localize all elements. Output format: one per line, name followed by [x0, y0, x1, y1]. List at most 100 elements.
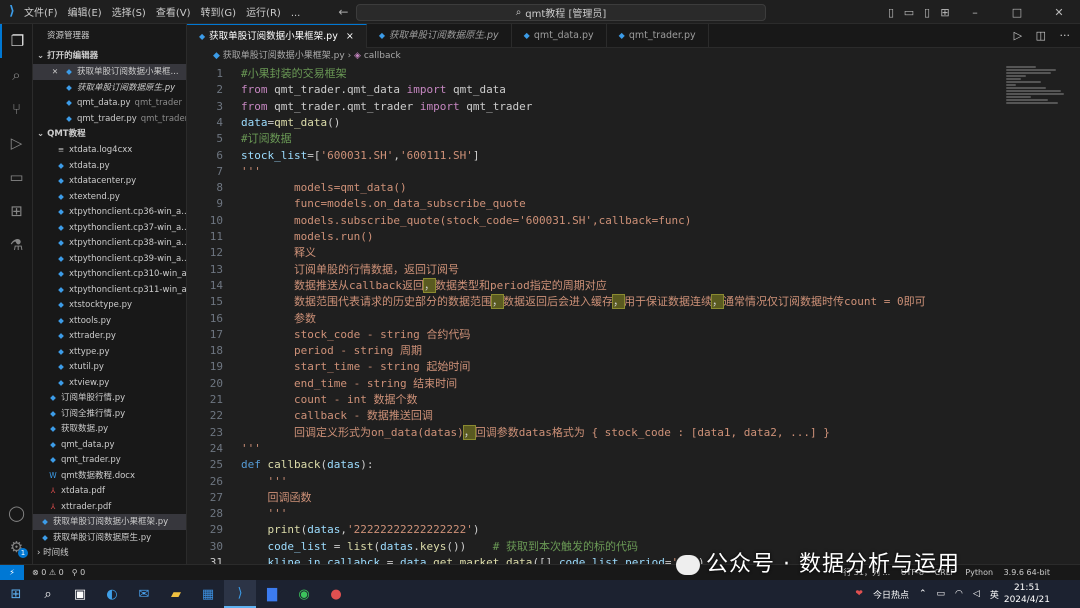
breadcrumb-file[interactable]: 获取单股订阅数据小果框架.py	[223, 51, 345, 61]
code-editor[interactable]: 1 #小果封装的交易框架 2 from qmt_trader.qmt_data imp…	[187, 65, 1080, 564]
open-editor-item[interactable]: ◆ 获取单股订阅数据原生.py	[33, 80, 186, 96]
account-icon[interactable]: ◯	[0, 496, 33, 530]
file-tree-item[interactable]: Wqmt数据教程.docx	[33, 468, 186, 484]
app-icon[interactable]: ●	[320, 580, 352, 608]
ime-indicator[interactable]: 英	[990, 588, 999, 601]
editor-tab[interactable]: ◆ 获取单股订阅数据小果框架.py ×	[187, 24, 367, 48]
extensions-icon[interactable]: ⊞	[0, 194, 33, 228]
menu-item[interactable]: 运行(R)	[246, 8, 281, 19]
file-tree-item[interactable]: ≡ xtdata.log4cxx	[33, 142, 186, 158]
menu-item[interactable]: 文件(F)	[24, 8, 58, 19]
toggle-panel-icon[interactable]: ▭	[900, 6, 918, 19]
split-editor-icon[interactable]: ◫	[1036, 29, 1046, 42]
clock[interactable]: 21:51 2024/4/21	[1004, 582, 1050, 606]
ports-indicator[interactable]: ⚲ 0	[72, 568, 86, 577]
code-token: ,	[340, 523, 347, 537]
toggle-secondary-sidebar-icon[interactable]: ▯	[918, 6, 936, 19]
edge-browser-icon[interactable]: ◐	[96, 580, 128, 608]
file-tree-item[interactable]: ◆ qmt_trader.py	[33, 452, 186, 468]
vscode-taskbar-icon[interactable]: ⟩	[224, 580, 256, 608]
news-widget[interactable]: 今日热点	[873, 588, 909, 601]
tab-label: 获取单股订阅数据原生.py	[388, 30, 499, 41]
settings-gear-icon[interactable]: ⚙ 1	[0, 530, 33, 564]
search-icon[interactable]: ⌕	[0, 58, 33, 92]
minimize-icon[interactable]: –	[954, 6, 996, 19]
file-tree-item[interactable]: ◆ xtutil.py	[33, 359, 186, 375]
testing-icon[interactable]: ⚗	[0, 228, 33, 262]
windows-start-icon[interactable]: ⊞	[0, 580, 32, 608]
file-tree-item[interactable]: ◆ xttrader.py	[33, 328, 186, 344]
close-icon[interactable]: ✕	[49, 64, 61, 80]
open-editors-section[interactable]: ⌄ 打开的编辑器	[33, 48, 186, 64]
line-number: 26	[209, 474, 223, 488]
file-tree-item[interactable]: ◆ xtpythonclient.cp38-win_a...	[33, 235, 186, 251]
close-tab-icon[interactable]: ×	[346, 31, 354, 42]
problems-indicator[interactable]: ⊗ 0 ⚠ 0	[32, 568, 64, 577]
code-line: 26 '''	[187, 474, 1080, 490]
project-section[interactable]: ⌄ QMT教程	[33, 126, 186, 142]
explorer-icon[interactable]: ❐	[0, 24, 33, 58]
run-debug-icon[interactable]: ▷	[0, 126, 33, 160]
file-tree-item[interactable]: ◆ xtpythonclient.cp39-win_a...	[33, 251, 186, 267]
remote-indicator-icon[interactable]: ⚡	[0, 564, 24, 581]
language-indicator[interactable]: Python	[965, 568, 993, 577]
network-icon[interactable]: ▭	[937, 589, 946, 599]
open-editor-item[interactable]: ◆ qmt_trader.py qmt_trader	[33, 111, 186, 127]
file-tree-item[interactable]: ◆ xtpythonclient.cp310-win_a...	[33, 266, 186, 282]
store-icon[interactable]: ▦	[192, 580, 224, 608]
editor-tab[interactable]: ◆ qmt_data.py	[512, 24, 607, 48]
minimap[interactable]	[1006, 65, 1066, 125]
menu-item[interactable]: 编辑(E)	[68, 8, 102, 19]
open-editor-item[interactable]: ✕ ◆ 获取单股订阅数据小果框...	[33, 64, 186, 80]
back-arrow-icon[interactable]: ←	[338, 5, 348, 19]
file-tree-item[interactable]: ⅄ xtdata.pdf	[33, 483, 186, 499]
file-tree-item[interactable]: ◆ 获取单股订阅数据小果框架.py	[33, 514, 186, 530]
file-tree-item[interactable]: ◆ xtpythonclient.cp311-win_a...	[33, 282, 186, 298]
wechat-taskbar-icon[interactable]: ◉	[288, 580, 320, 608]
run-file-icon[interactable]: ▷	[1014, 29, 1022, 42]
file-tree-item[interactable]: ◆ qmt_data.py	[33, 437, 186, 453]
file-tree-item[interactable]: ◆ 获取单股订阅数据原生.py	[33, 530, 186, 546]
file-tree-item[interactable]: ◆ 订阅单股行情.py	[33, 390, 186, 406]
mail-icon[interactable]: ✉	[128, 580, 160, 608]
open-editor-item[interactable]: ◆ qmt_data.py qmt_trader	[33, 95, 186, 111]
search-icon[interactable]: ⌕	[32, 580, 64, 608]
file-tree-item[interactable]: ⅄ xttrader.pdf	[33, 499, 186, 515]
source-control-icon[interactable]: ⑂	[0, 92, 33, 126]
file-tree-item[interactable]: ◆ xttype.py	[33, 344, 186, 360]
timeline-section[interactable]: › 时间线	[33, 545, 186, 561]
layout-icon[interactable]: ⊞	[936, 6, 954, 19]
editor-tab[interactable]: ◆ 获取单股订阅数据原生.py	[367, 24, 512, 48]
menu-item[interactable]: ...	[291, 8, 301, 19]
file-tree-item[interactable]: ◆ 获取数据.py	[33, 421, 186, 437]
menu-item[interactable]: 选择(S)	[112, 8, 146, 19]
code-line: 24 '''	[187, 441, 1080, 457]
close-window-icon[interactable]: ✕	[1038, 6, 1080, 19]
interpreter-version[interactable]: 3.9.6 64-bit	[1004, 568, 1050, 577]
menu-item[interactable]: 查看(V)	[156, 8, 191, 19]
breadcrumb-symbol[interactable]: callback	[364, 51, 401, 61]
wifi-icon[interactable]: ◠	[955, 589, 963, 599]
file-tree-item[interactable]: ◆ xtpythonclient.cp37-win_a...	[33, 220, 186, 236]
file-tree-item[interactable]: ◆ xtdata.py	[33, 158, 186, 174]
command-center[interactable]: ⌕ qmt教程 [管理员]	[356, 4, 766, 21]
file-tree-item[interactable]: ◆ xtextend.py	[33, 189, 186, 205]
more-actions-icon[interactable]: ···	[1060, 29, 1071, 42]
task-view-icon[interactable]: ▣	[64, 580, 96, 608]
file-tree-item[interactable]: ◆ xtpythonclient.cp36-win_a...	[33, 204, 186, 220]
editor-tab[interactable]: ◆ qmt_trader.py	[607, 24, 709, 48]
qmt-app-icon[interactable]: ▇	[256, 580, 288, 608]
file-tree-item[interactable]: ◆ xtview.py	[33, 375, 186, 391]
file-tree-item[interactable]: ◆ xttools.py	[33, 313, 186, 329]
tray-chevron-icon[interactable]: ⌃	[919, 589, 927, 599]
remote-explorer-icon[interactable]: ▭	[0, 160, 33, 194]
file-explorer-icon[interactable]: ▰	[160, 580, 192, 608]
file-tree-label: xtview.py	[69, 377, 110, 388]
menu-item[interactable]: 转到(G)	[201, 8, 237, 19]
file-tree-item[interactable]: ◆ xtdatacenter.py	[33, 173, 186, 189]
toggle-sidebar-icon[interactable]: ▯	[882, 6, 900, 19]
maximize-icon[interactable]: □	[996, 6, 1038, 19]
file-tree-item[interactable]: ◆ xtstocktype.py	[33, 297, 186, 313]
file-tree-item[interactable]: ◆ 订阅全推行情.py	[33, 406, 186, 422]
volume-icon[interactable]: ◁	[973, 589, 980, 599]
